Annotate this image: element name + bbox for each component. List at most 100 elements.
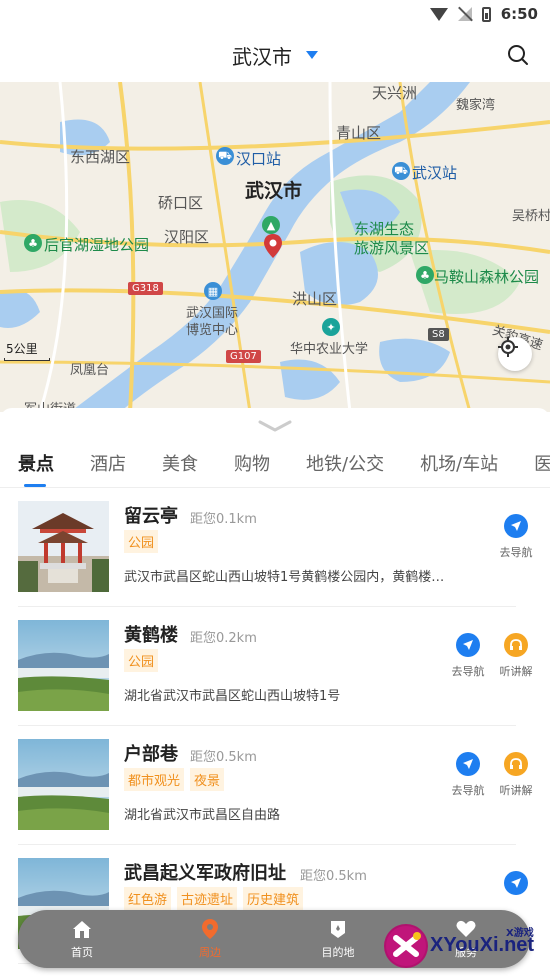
category-tabs: 景点 酒店 美食 购物 地铁/公交 机场/车站 医院/诊所 — [0, 448, 550, 488]
map-label-weijiawan: 魏家湾 — [456, 98, 496, 113]
poi-address: 湖北省武汉市武昌区自由路 — [124, 808, 281, 823]
sheet-handle-chevron-icon[interactable] — [258, 420, 292, 432]
map-label-maanshan: 马鞍山森林公园 — [434, 268, 540, 286]
navigate-icon — [456, 633, 480, 657]
crosshair-icon — [498, 337, 518, 357]
train-station-icon: ⛟ — [216, 147, 234, 165]
road-tag-g318: G318 — [128, 282, 163, 295]
map-label-qiaokou: 硚口区 — [158, 194, 204, 212]
poi-tag: 夜景 — [190, 768, 225, 791]
audio-guide-label: 听讲解 — [499, 665, 533, 678]
poi-tag: 红色游 — [124, 887, 172, 910]
poi-tags: 公园 — [124, 649, 159, 672]
nav-destination-label: 目的地 — [321, 946, 355, 959]
poi-name: 武昌起义军政府旧址 — [124, 863, 286, 884]
navigate-button[interactable]: 去导航 — [494, 514, 538, 560]
tab-hotel[interactable]: 酒店 — [72, 448, 144, 487]
poi-tags: 红色游 古迹遗址 历史建筑 — [124, 887, 304, 910]
train-station-icon: ⛟ — [392, 162, 410, 180]
status-bar: 6:50 — [0, 0, 550, 28]
city-selector[interactable]: 武汉市 — [232, 41, 292, 70]
audio-guide-button[interactable]: 听讲解 — [494, 633, 538, 679]
map-label-donghu-2: 旅游风景区 — [354, 239, 430, 257]
location-icon — [202, 919, 218, 939]
poi-distance: 距您0.5km — [300, 869, 367, 884]
tab-airport-station[interactable]: 机场/车站 — [402, 448, 516, 487]
park-icon: ♣ — [416, 266, 434, 284]
map-label-fenghuang: 凤凰台 — [70, 363, 110, 378]
map-label-donghu-1: 东湖生态 — [354, 220, 415, 238]
navigate-label: 去导航 — [451, 784, 485, 797]
poi-sheet: 景点 酒店 美食 购物 地铁/公交 机场/车站 医院/诊所 — [0, 408, 550, 979]
poi-name: 户部巷 — [124, 744, 178, 765]
destination-icon — [331, 921, 345, 938]
locate-me-button[interactable] — [498, 337, 532, 371]
audio-guide-label: 听讲解 — [499, 784, 533, 797]
status-time: 6:50 — [500, 5, 538, 23]
navigate-icon — [456, 752, 480, 776]
poi-name: 留云亭 — [124, 506, 178, 527]
landscape-photo — [18, 739, 109, 830]
road-tag-s8: S8 — [428, 328, 449, 341]
tab-hospital[interactable]: 医院/诊所 — [516, 448, 550, 487]
poi-tag: 古迹遗址 — [177, 887, 238, 910]
navigate-icon — [504, 514, 528, 538]
location-pin-icon — [264, 234, 282, 258]
nav-home[interactable]: 首页 — [18, 910, 146, 968]
poi-tag: 都市观光 — [124, 768, 185, 791]
audio-guide-button[interactable]: 听讲解 — [494, 752, 538, 798]
headphones-icon — [504, 752, 528, 776]
map-label-expo-2: 博览中心 — [186, 323, 239, 338]
search-icon[interactable] — [506, 43, 530, 67]
poi-distance: 距您0.1km — [190, 512, 257, 527]
list-item[interactable]: 黄鹤楼 距您0.2km 公园 湖北省武汉市武昌区蛇山西山坡特1号 去导航 听讲解 — [18, 607, 533, 726]
dropdown-caret-icon[interactable] — [306, 51, 318, 59]
headphones-icon — [504, 633, 528, 657]
tab-transit[interactable]: 地铁/公交 — [288, 448, 402, 487]
navigate-button[interactable] — [494, 871, 538, 901]
top-header: 武汉市 — [0, 28, 550, 82]
map-label-dongxihu: 东西湖区 — [70, 148, 131, 166]
map-scale-label: 5公里 — [6, 342, 38, 356]
battery-icon — [481, 6, 491, 22]
map-label-tianxing: 天兴洲 — [372, 84, 418, 102]
map-label-hankou: 汉口站 — [236, 150, 282, 168]
map-label-wuhan-station: 武汉站 — [412, 164, 458, 182]
tab-scenic[interactable]: 景点 — [0, 448, 72, 487]
map-label-hougong: 后官湖湿地公园 — [44, 236, 150, 254]
map-label-hongshan: 洪山区 — [292, 290, 338, 308]
map-label-qingshan: 青山区 — [336, 124, 382, 142]
navigate-button[interactable]: 去导航 — [446, 752, 490, 798]
poi-list: 留云亭 距您0.1km 公园 武汉市武昌区蛇山西山坡特1号黄鹤楼公园内，黄鹤楼东… — [0, 488, 550, 964]
poi-tags: 公园 — [124, 530, 159, 553]
map-label-wuqiao: 吴桥村 — [512, 209, 550, 224]
nav-home-label: 首页 — [71, 946, 93, 959]
nav-nearby[interactable]: 周边 — [146, 910, 274, 968]
tab-food[interactable]: 美食 — [144, 448, 216, 487]
poi-tag: 公园 — [124, 530, 159, 553]
building-icon: ▦ — [204, 282, 222, 300]
navigate-button[interactable]: 去导航 — [446, 633, 490, 679]
map-scale-bar — [4, 358, 50, 361]
nav-destination[interactable]: 目的地 — [274, 910, 402, 968]
tab-shopping[interactable]: 购物 — [216, 448, 288, 487]
navigate-label: 去导航 — [451, 665, 485, 678]
map-label-city: 武汉市 — [245, 180, 303, 202]
poi-tag: 公园 — [124, 649, 159, 672]
pavilion-photo — [18, 501, 109, 592]
road-tag-g107: G107 — [226, 350, 261, 363]
list-item[interactable]: 户部巷 距您0.5km 都市观光 夜景 湖北省武汉市武昌区自由路 去导航 听讲解 — [18, 726, 533, 845]
landscape-photo — [18, 620, 109, 711]
nav-nearby-label: 周边 — [199, 946, 221, 959]
map-view[interactable]: 天兴洲 魏家湾 青山区 东西湖区 ⛟ 汉口站 ⛟ 武汉站 武汉市 硚口区 东湖生… — [0, 82, 550, 412]
navigate-label: 去导航 — [499, 546, 533, 559]
scenic-spot-icon: ▲ — [262, 216, 280, 234]
poi-address: 武汉市武昌区蛇山西山坡特1号黄鹤楼公园内，黄鹤楼东侧 — [124, 570, 454, 585]
poi-name: 黄鹤楼 — [124, 625, 178, 646]
list-item[interactable]: 留云亭 距您0.1km 公园 武汉市武昌区蛇山西山坡特1号黄鹤楼公园内，黄鹤楼东… — [18, 488, 533, 607]
poi-tag: 历史建筑 — [243, 887, 304, 910]
poi-address: 湖北省武汉市武昌区蛇山西山坡特1号 — [124, 689, 341, 704]
navigate-icon — [504, 871, 528, 895]
map-label-hanyang: 汉阳区 — [164, 228, 210, 246]
map-label-hzau: 华中农业大学 — [290, 342, 369, 357]
